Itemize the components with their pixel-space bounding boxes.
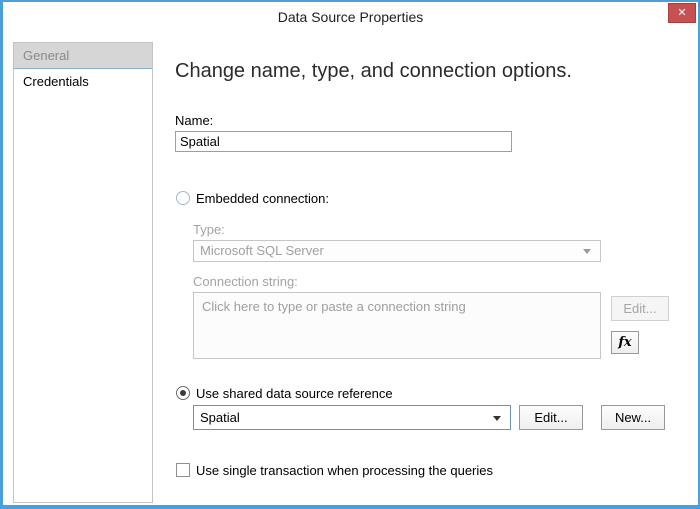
shared-data-source-dropdown[interactable]: Spatial xyxy=(193,405,511,430)
single-transaction-label: Use single transaction when processing t… xyxy=(196,463,493,478)
connection-string-label: Connection string: xyxy=(193,274,298,289)
connection-string-input[interactable]: Click here to type or paste a connection… xyxy=(193,292,601,359)
shared-data-source-radio[interactable] xyxy=(176,386,190,400)
type-dropdown-value: Microsoft SQL Server xyxy=(194,241,600,261)
name-label: Name: xyxy=(175,113,213,128)
sidebar-item-label: Credentials xyxy=(23,74,89,89)
expression-fx-button[interactable]: fx xyxy=(611,331,639,354)
close-button[interactable]: ✕ xyxy=(668,3,696,23)
window-title: Data Source Properties xyxy=(3,9,698,25)
new-shared-button-label: New... xyxy=(615,410,651,425)
shared-data-source-value: Spatial xyxy=(194,406,510,429)
sidebar-item-general[interactable]: General xyxy=(14,43,152,69)
title-bar: Data Source Properties ✕ xyxy=(3,2,698,32)
page-list: General Credentials xyxy=(13,42,153,503)
connection-string-placeholder: Click here to type or paste a connection… xyxy=(202,299,466,314)
sidebar-item-credentials[interactable]: Credentials xyxy=(14,69,152,95)
new-shared-button[interactable]: New... xyxy=(601,405,665,430)
chevron-down-icon xyxy=(583,249,591,254)
edit-connection-button: Edit... xyxy=(611,296,669,321)
edit-connection-button-label: Edit... xyxy=(623,301,656,316)
name-input[interactable] xyxy=(175,131,512,152)
shared-data-source-label: Use shared data source reference xyxy=(196,386,393,401)
embedded-connection-label: Embedded connection: xyxy=(196,191,329,206)
chevron-down-icon xyxy=(493,416,501,421)
type-label: Type: xyxy=(193,222,225,237)
main-panel: Change name, type, and connection option… xyxy=(173,32,698,505)
data-source-properties-dialog: Data Source Properties ✕ General Credent… xyxy=(0,0,700,509)
close-icon: ✕ xyxy=(677,7,686,19)
type-dropdown: Microsoft SQL Server xyxy=(193,240,601,262)
single-transaction-checkbox[interactable] xyxy=(176,463,190,477)
sidebar-item-label: General xyxy=(23,48,69,63)
page-title: Change name, type, and connection option… xyxy=(175,60,572,83)
edit-shared-button[interactable]: Edit... xyxy=(519,405,583,430)
edit-shared-button-label: Edit... xyxy=(534,410,567,425)
fx-icon: fx xyxy=(618,335,631,350)
embedded-connection-radio[interactable] xyxy=(176,191,190,205)
